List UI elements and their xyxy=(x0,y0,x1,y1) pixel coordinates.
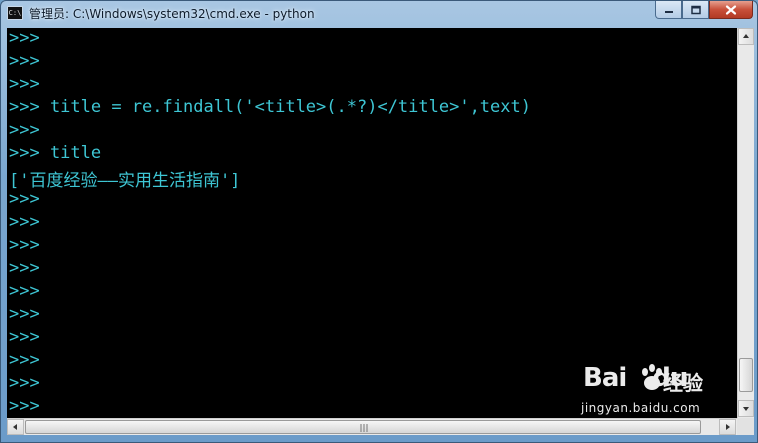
cmd-window: C:\ 管理员: C:\Windows\system32\cmd.exe - p… xyxy=(0,0,758,443)
console-line: >>> xyxy=(9,327,40,347)
cmd-icon[interactable]: C:\ xyxy=(7,6,23,20)
console-line: >>> xyxy=(9,281,40,301)
console-line: >>> xyxy=(9,235,40,255)
console-line: >>> xyxy=(9,74,40,94)
watermark-product: 经验 xyxy=(663,371,703,395)
vertical-scrollbar[interactable] xyxy=(737,28,754,418)
window-title: 管理员: C:\Windows\system32\cmd.exe - pytho… xyxy=(29,7,315,21)
console-line: >>> title xyxy=(9,143,102,163)
console-line: >>> xyxy=(9,120,40,140)
console-line: >>> xyxy=(9,258,40,278)
grip-icon xyxy=(360,424,368,432)
close-button[interactable] xyxy=(709,1,753,19)
console-line: >>> xyxy=(9,51,40,71)
vertical-scroll-thumb[interactable] xyxy=(739,358,753,392)
console-line: ['百度经验——实用生活指南'] xyxy=(9,171,241,191)
watermark-url: jingyan.baidu.com xyxy=(581,401,701,415)
arrow-left-icon xyxy=(13,424,17,430)
arrow-down-icon xyxy=(743,407,749,411)
resize-grip[interactable] xyxy=(737,418,754,435)
console-line: >>> xyxy=(9,189,40,209)
console-line: >>> xyxy=(9,212,40,232)
scroll-down-button[interactable] xyxy=(738,400,754,417)
maximize-button[interactable] xyxy=(682,1,709,19)
close-icon xyxy=(725,4,737,15)
paw-icon xyxy=(642,364,662,390)
baidu-jingyan-watermark: Bai du 经验 jingyan.baidu.com xyxy=(579,361,729,421)
console-output[interactable]: >>> >>> >>> >>> title = re.findall('<title>… xyxy=(7,28,737,418)
horizontal-scroll-thumb[interactable] xyxy=(25,420,701,434)
console-line: >>> title = re.findall('<title>(.*?)</ti… xyxy=(9,97,531,117)
console-line: >>> xyxy=(9,304,40,324)
scroll-up-button[interactable] xyxy=(738,28,754,45)
console-line: >>> xyxy=(9,28,40,48)
maximize-icon xyxy=(690,5,701,14)
arrow-up-icon xyxy=(743,34,749,38)
console-line: >>> xyxy=(9,373,40,393)
arrow-right-icon xyxy=(726,424,730,430)
window-controls xyxy=(655,1,753,20)
scroll-left-button[interactable] xyxy=(7,419,24,435)
console-line: >>> xyxy=(9,396,40,416)
minimize-icon xyxy=(664,10,673,13)
minimize-button[interactable] xyxy=(655,1,682,19)
title-bar[interactable]: C:\ 管理员: C:\Windows\system32\cmd.exe - p… xyxy=(1,1,757,25)
scroll-right-button[interactable] xyxy=(719,419,736,435)
console-line: >>> xyxy=(9,350,40,370)
